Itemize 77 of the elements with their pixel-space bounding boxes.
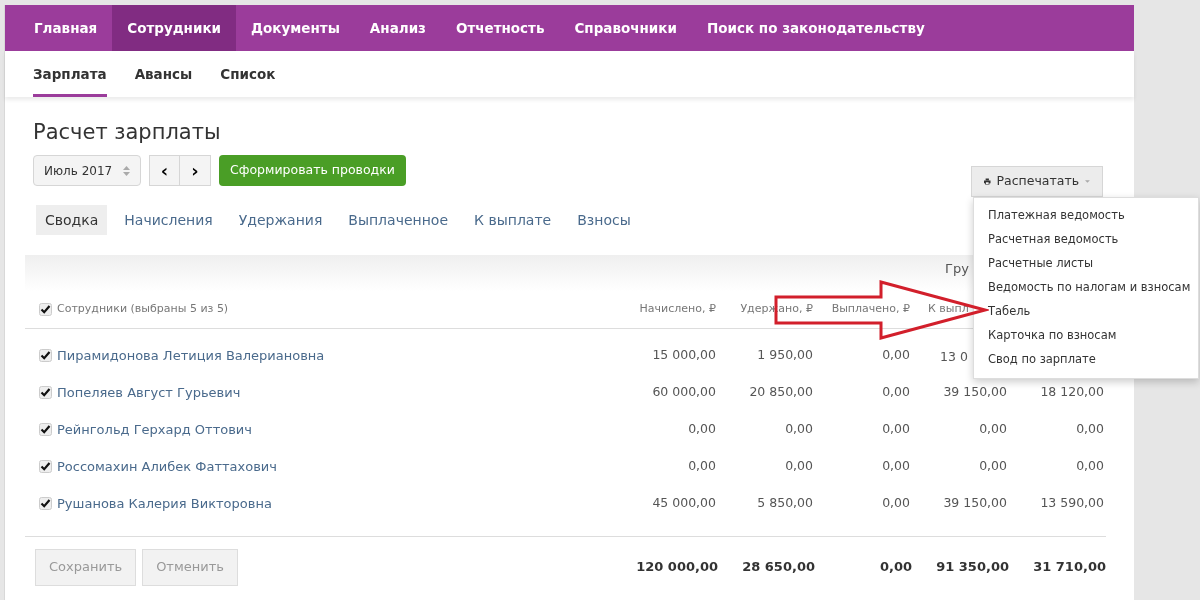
column-header: К выпл bbox=[928, 302, 969, 316]
table-cell-text: 0,00 bbox=[1075, 420, 1104, 439]
nav-tab[interactable]: Главная bbox=[19, 5, 113, 51]
table-cell-text: 0,00 bbox=[687, 457, 716, 476]
table-cell-text: 0,00 bbox=[881, 383, 910, 402]
tab[interactable]: Сводка bbox=[36, 205, 108, 235]
table-cell-text: 60 000,00 bbox=[651, 383, 716, 402]
checkbox[interactable] bbox=[39, 423, 52, 436]
menu-item[interactable]: Табель bbox=[974, 300, 1198, 324]
table-cell-text: 5 850,00 bbox=[756, 494, 813, 513]
employee-link[interactable]: Попеляев Август Гурьевич bbox=[57, 382, 241, 403]
menu-item[interactable]: Ведомость по налогам и взносам bbox=[974, 276, 1198, 300]
previous-button[interactable]: ‹ bbox=[149, 155, 180, 186]
menu-item[interactable]: Расчетные листы bbox=[974, 252, 1198, 276]
generate-entries-button[interactable]: Сформировать проводки bbox=[219, 155, 406, 186]
total-cell-text: 0,00 bbox=[878, 558, 912, 577]
nav-tab[interactable]: Сотрудники bbox=[112, 5, 237, 51]
menu-item[interactable]: Платежная ведомость bbox=[974, 204, 1198, 228]
period-select[interactable]: Июль 2017 bbox=[33, 155, 141, 186]
tab[interactable]: Взносы bbox=[568, 205, 640, 235]
subnav-tab[interactable]: Список bbox=[220, 51, 276, 97]
checkbox[interactable] bbox=[39, 497, 52, 510]
table-cell-text: 13 590,00 bbox=[1039, 494, 1104, 513]
table-cell-text: 0,00 bbox=[881, 457, 910, 476]
table-cell-text: 39 150,00 bbox=[942, 383, 1007, 402]
table-cell-text: 0,00 bbox=[978, 457, 1007, 476]
next-button[interactable]: › bbox=[180, 155, 211, 186]
table-cell-text: 0,00 bbox=[784, 457, 813, 476]
column-header: Начислено, ₽ bbox=[638, 301, 716, 318]
tab[interactable]: Удержания bbox=[229, 205, 332, 235]
nav-tab[interactable]: Документы bbox=[236, 5, 355, 51]
total-cell-text: 31 710,00 bbox=[1032, 558, 1106, 577]
column-header: Выплачено, ₽ bbox=[830, 301, 910, 318]
checkbox[interactable] bbox=[39, 386, 52, 399]
tab[interactable]: Выплаченное bbox=[339, 205, 458, 235]
table-cell-text: 0,00 bbox=[687, 420, 716, 439]
total-cell-text: 120 000,00 bbox=[635, 558, 718, 577]
checkbox[interactable] bbox=[39, 460, 52, 473]
table-cell-text: 0,00 bbox=[1075, 457, 1104, 476]
checkbox[interactable] bbox=[39, 349, 52, 362]
nav-tab[interactable]: Анализ bbox=[354, 5, 441, 51]
table-cell-text: 45 000,00 bbox=[651, 494, 716, 513]
subnav-tab[interactable]: Зарплата bbox=[33, 51, 107, 97]
tab[interactable]: К выплате bbox=[465, 205, 561, 235]
nav-tab[interactable]: Отчетность bbox=[440, 5, 560, 51]
column-header: Сотрудники (выбраны 5 из 5) bbox=[57, 301, 229, 318]
table-cell-text: 0,00 bbox=[784, 420, 813, 439]
page-title: Расчет зарплаты bbox=[33, 119, 222, 146]
group-label: Гру bbox=[945, 260, 969, 278]
table-cell: 13 0 bbox=[940, 348, 968, 364]
checkbox[interactable] bbox=[39, 303, 52, 316]
total-cell-text: 28 650,00 bbox=[741, 558, 815, 577]
subnav-tab[interactable]: Авансы bbox=[134, 51, 193, 97]
table-cell-text: 0,00 bbox=[881, 346, 910, 365]
printer-icon bbox=[984, 176, 991, 187]
menu-item[interactable]: Карточка по взносам bbox=[974, 324, 1198, 348]
table-cell-text: 18 120,00 bbox=[1039, 383, 1104, 402]
employee-link[interactable]: Рушанова Калерия Викторовна bbox=[57, 493, 272, 514]
table-cell-text: 15 000,00 bbox=[651, 346, 716, 365]
employee-link[interactable]: Рейнгольд Герхард Оттович bbox=[57, 419, 252, 440]
tab[interactable]: Начисления bbox=[115, 205, 222, 235]
sort-arrows-icon bbox=[123, 165, 130, 176]
table-cell-text: 0,00 bbox=[881, 420, 910, 439]
print-button[interactable]: Распечатать bbox=[971, 166, 1103, 197]
nav-tab[interactable]: Справочники bbox=[559, 5, 692, 51]
table-cell-text: 39 150,00 bbox=[942, 494, 1007, 513]
caret-icon bbox=[1085, 179, 1090, 184]
table-cell-text: 0,00 bbox=[881, 494, 910, 513]
total-cell-text: 91 350,00 bbox=[935, 558, 1009, 577]
nav-tab[interactable]: Поиск по законодательству bbox=[691, 5, 940, 51]
table-cell-text: 20 850,00 bbox=[748, 383, 813, 402]
menu-item[interactable]: Расчетная ведомость bbox=[974, 228, 1198, 252]
table-cell-text: 1 950,00 bbox=[756, 346, 813, 365]
table-cell-text: 0,00 bbox=[978, 420, 1007, 439]
employee-link[interactable]: Россомахин Алибек Фаттахович bbox=[57, 456, 277, 477]
menu-item[interactable]: Свод по зарплате bbox=[974, 348, 1198, 372]
employee-link[interactable]: Пирамидонова Летиция Валериановна bbox=[57, 345, 325, 366]
